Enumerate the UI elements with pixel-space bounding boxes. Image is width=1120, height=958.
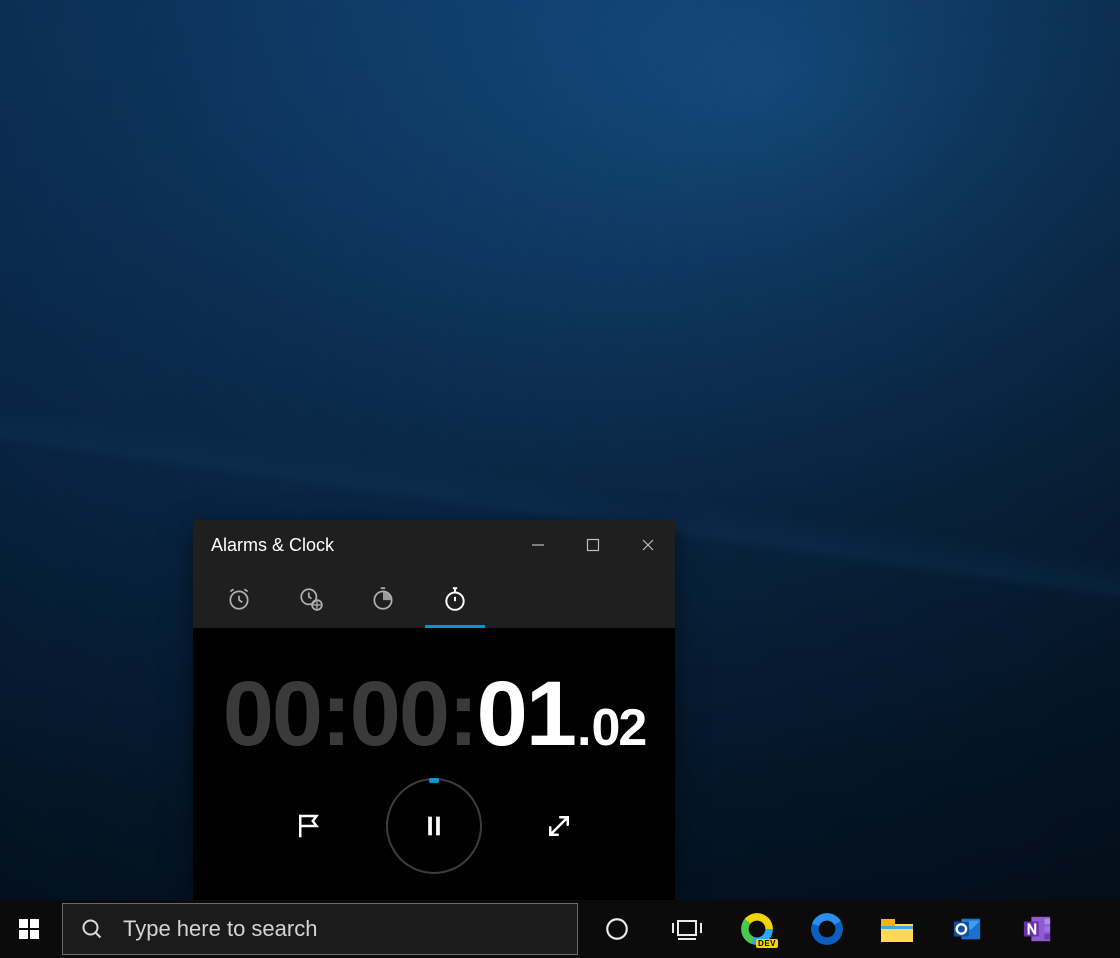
stopwatch-minutes: 00 [350,668,448,760]
minimize-button[interactable] [510,520,565,570]
onenote-button[interactable] [1002,900,1072,958]
search-input[interactable] [121,915,577,943]
stopwatch-hours: 00 [223,668,321,760]
taskbar-pinned: DEV [582,900,1072,958]
onenote-icon [1022,914,1052,944]
tab-worldclock[interactable] [275,570,347,628]
file-explorer-button[interactable] [862,900,932,958]
stopwatch-sep2: : [448,668,477,760]
tab-timer[interactable] [347,570,419,628]
minimize-icon [531,538,545,552]
file-explorer-icon [881,916,913,942]
taskview-button[interactable] [652,900,722,958]
tab-alarm[interactable] [203,570,275,628]
maximize-icon [586,538,600,552]
flag-icon [294,811,324,841]
worldclock-icon [298,586,324,612]
stopwatch-icon [442,586,468,612]
start-button[interactable] [0,900,58,958]
edge-button[interactable] [792,900,862,958]
lap-button[interactable] [288,805,330,847]
titlebar[interactable]: Alarms & Clock [193,520,675,570]
cortana-button[interactable] [582,900,652,958]
maximize-button[interactable] [565,520,620,570]
alarms-clock-window: Alarms & Clock [193,520,675,900]
pause-icon [420,812,448,840]
stopwatch-centiseconds: 02 [591,702,645,754]
stopwatch-time: 00 : 00 : 01 . 02 [223,668,646,760]
window-title: Alarms & Clock [193,535,510,556]
alarm-icon [226,586,252,612]
expand-icon [544,811,574,841]
taskbar: DEV [0,900,1120,958]
stopwatch-seconds: 01 [477,668,575,760]
tab-stopwatch[interactable] [419,570,491,628]
taskbar-search[interactable] [62,903,578,955]
stopwatch-controls [288,778,580,874]
outlook-button[interactable] [932,900,1002,958]
edge-icon [811,913,843,945]
timer-icon [370,586,396,612]
edge-dev-badge: DEV [756,939,778,948]
stopwatch-sep1: : [321,668,350,760]
outlook-icon [952,914,982,944]
taskview-icon [671,917,703,941]
cortana-icon [604,916,630,942]
close-icon [641,538,655,552]
close-button[interactable] [620,520,675,570]
edge-dev-button[interactable]: DEV [722,900,792,958]
expand-button[interactable] [538,805,580,847]
pause-button[interactable] [386,778,482,874]
search-icon [63,917,121,941]
tab-strip [193,570,675,628]
stopwatch-panel: 00 : 00 : 01 . 02 [193,628,675,900]
start-icon [17,917,41,941]
stopwatch-sep3: . [577,702,589,754]
